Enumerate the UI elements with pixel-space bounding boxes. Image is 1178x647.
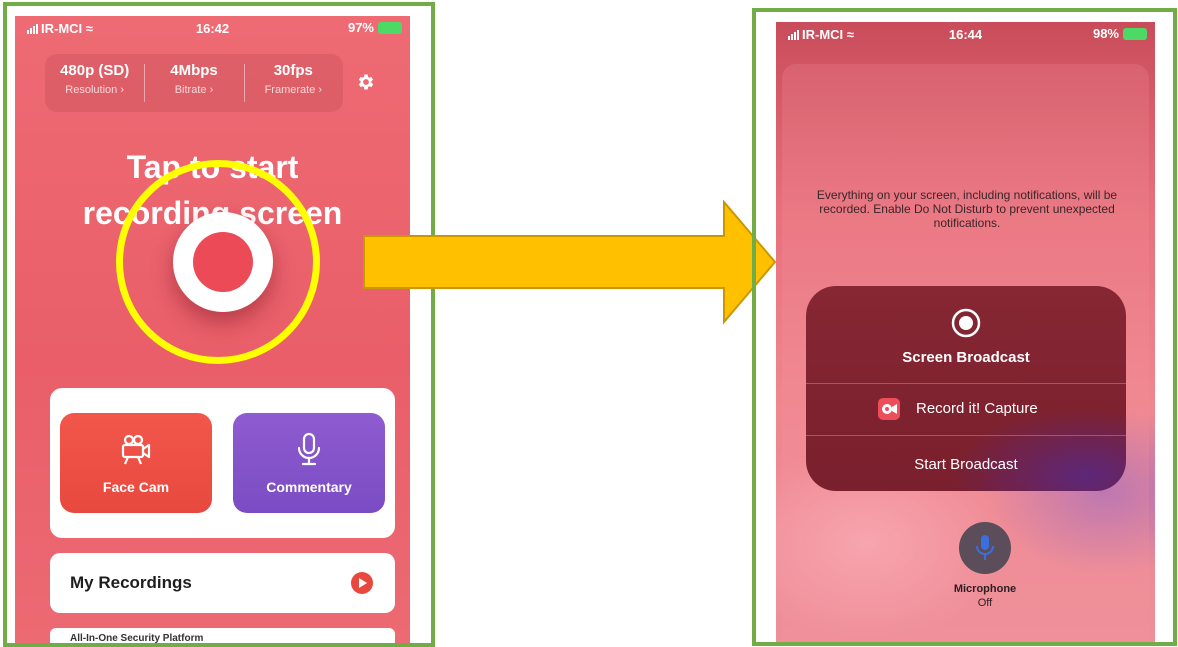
chevron-right-icon: › [120, 84, 125, 96]
record-icon [951, 308, 981, 338]
battery-icon [1123, 27, 1147, 40]
signal-icon [788, 30, 799, 40]
status-bar: IR-MCI ≈ 16:44 98% [776, 22, 1155, 48]
setting-framerate[interactable]: 30fps Framerate › [243, 54, 343, 112]
right-arrow-annotation [363, 200, 777, 325]
carrier-label: IR-MCI [802, 27, 844, 42]
setting-value: 480p (SD) [60, 62, 130, 79]
play-icon[interactable] [351, 572, 373, 594]
camera-icon [121, 434, 151, 465]
screen-broadcast-title: Screen Broadcast [902, 349, 1030, 366]
ad-text: All-In-One Security Platform [70, 633, 204, 644]
commentary-button[interactable]: Commentary [233, 413, 385, 513]
camera-icon [882, 404, 897, 414]
mode-card: Face Cam Commentary [50, 388, 395, 538]
recording-settings-bar: 480p (SD) Resolution › 4Mbps Bitrate › 3… [45, 54, 343, 112]
divider [806, 435, 1126, 436]
setting-bitrate[interactable]: 4Mbps Bitrate › [144, 54, 243, 112]
microphone-title: Microphone [953, 583, 1017, 595]
broadcast-app-option[interactable]: Record it! Capture [806, 384, 1126, 434]
broadcast-picker-screen: IR-MCI ≈ 16:44 98% Everything on your sc… [776, 22, 1155, 642]
wifi-icon: ≈ [846, 27, 854, 42]
status-time: 16:42 [195, 21, 230, 36]
setting-label: Framerate [264, 84, 316, 96]
app-name: Record it! Capture [916, 400, 1038, 417]
ad-banner[interactable]: All-In-One Security Platform [50, 628, 395, 644]
my-recordings-row[interactable]: My Recordings [50, 553, 395, 613]
right-screenshot-frame: IR-MCI ≈ 16:44 98% Everything on your sc… [752, 8, 1177, 646]
highlight-circle-annotation [116, 160, 320, 364]
recording-notice: Everything on your screen, including not… [816, 188, 1118, 230]
face-cam-label: Face Cam [102, 479, 170, 495]
status-time: 16:44 [948, 27, 983, 42]
status-bar: IR-MCI ≈ 16:42 97% [15, 16, 410, 42]
microphone-label: Microphone Off [926, 582, 1044, 610]
microphone-icon [297, 432, 321, 466]
microphone-state: Off [977, 597, 993, 609]
setting-label: Resolution [65, 84, 118, 96]
start-broadcast-button[interactable]: Start Broadcast [806, 456, 1126, 473]
chevron-right-icon: › [209, 84, 214, 96]
commentary-label: Commentary [266, 479, 352, 495]
gear-icon[interactable] [356, 72, 376, 92]
microphone-icon [976, 535, 994, 560]
battery-icon [378, 21, 402, 34]
carrier-label: IR-MCI [41, 21, 83, 36]
recorder-app-screen: IR-MCI ≈ 16:42 97% 480p (SD) Resolution … [15, 16, 410, 644]
signal-icon [27, 24, 38, 34]
screen-broadcast-panel: Screen Broadcast Record it! Capture Star… [806, 286, 1126, 491]
my-recordings-title: My Recordings [70, 573, 192, 592]
battery-percent: 98% [1092, 26, 1119, 41]
battery-percent: 97% [347, 20, 374, 35]
chevron-right-icon: › [318, 84, 323, 96]
face-cam-button[interactable]: Face Cam [60, 413, 212, 513]
microphone-toggle[interactable] [959, 522, 1011, 574]
setting-resolution[interactable]: 480p (SD) Resolution › [45, 54, 144, 112]
wifi-icon: ≈ [85, 21, 93, 36]
setting-label: Bitrate [174, 84, 207, 96]
setting-value: 30fps [273, 62, 313, 79]
setting-value: 4Mbps [170, 62, 218, 79]
record-it-app-icon [878, 398, 900, 420]
